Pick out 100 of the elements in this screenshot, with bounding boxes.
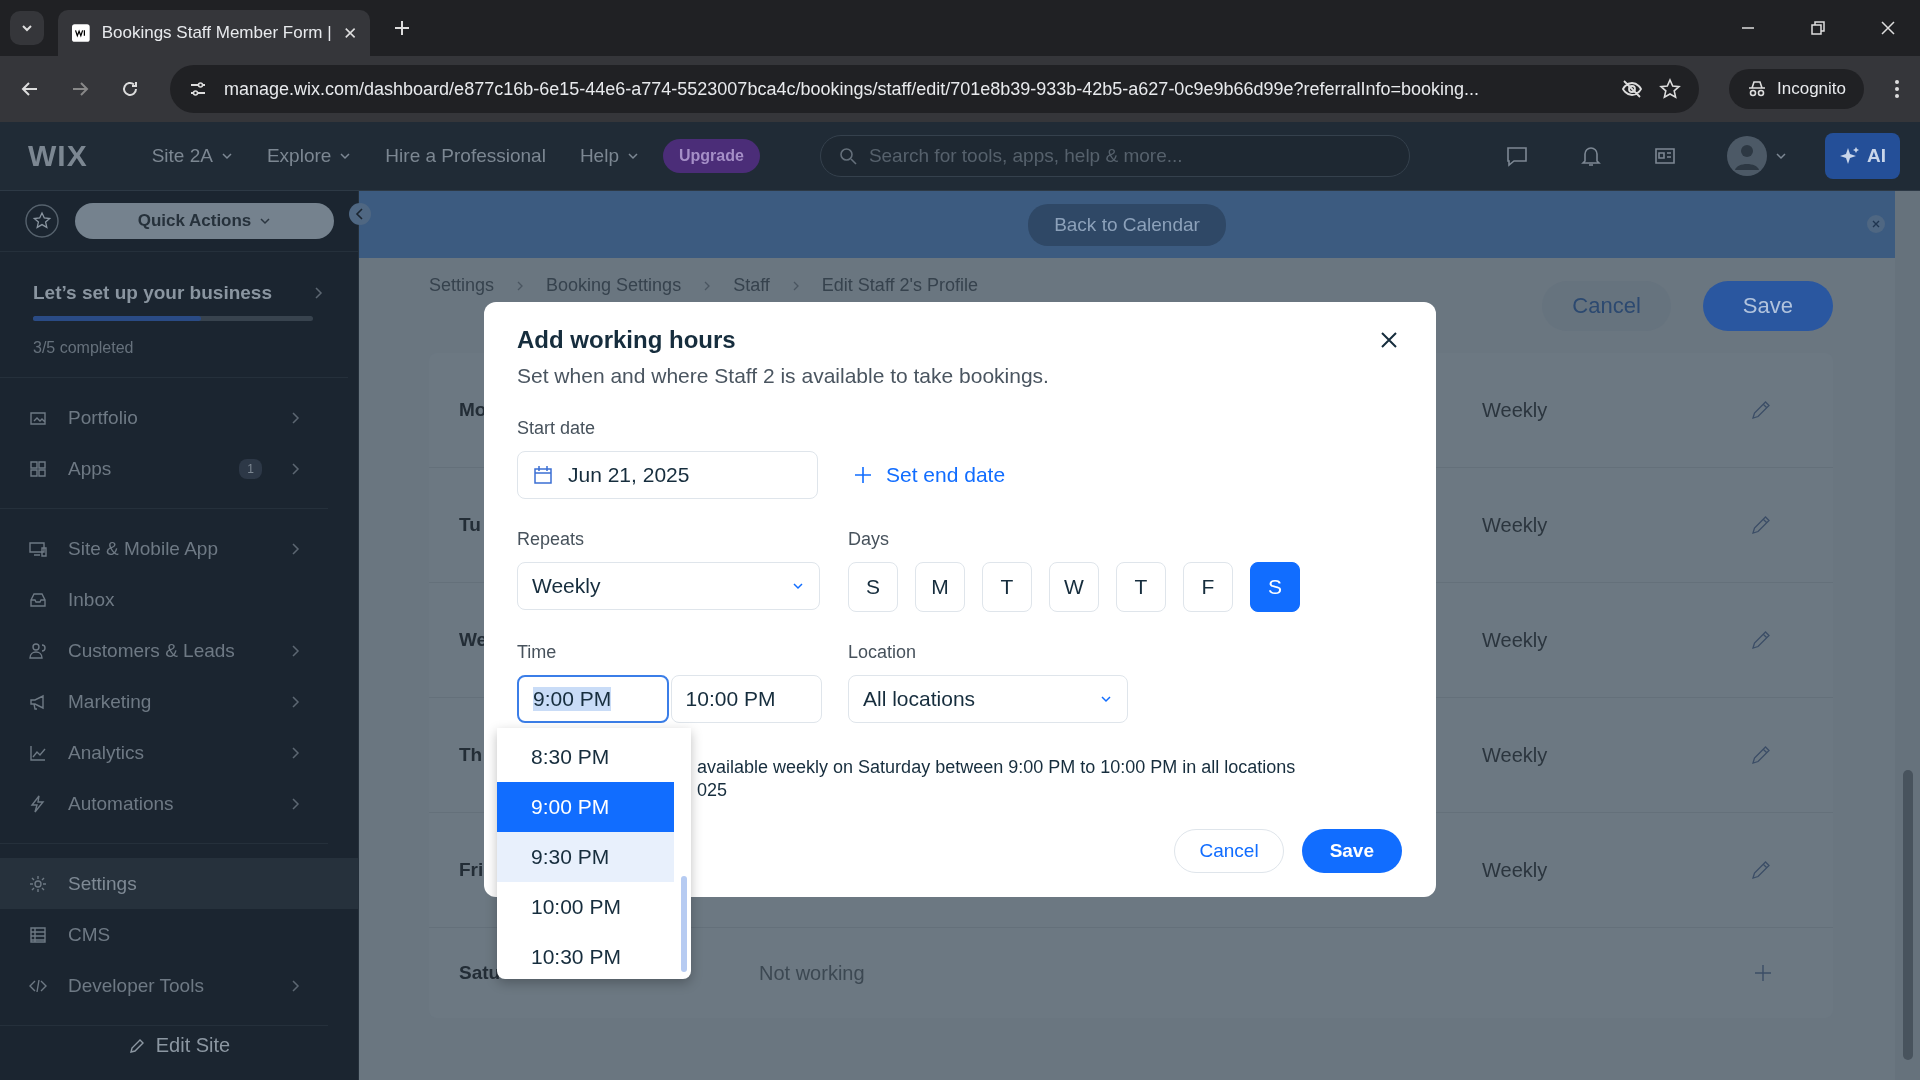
reload-icon[interactable] [120,79,140,99]
chevron-right-icon [516,279,525,292]
nav-menu[interactable]: Help [569,139,649,173]
count-badge: 1 [239,458,262,479]
close-tab-icon[interactable] [343,26,356,40]
chevron-right-icon [703,279,712,292]
repeats-dropdown[interactable]: Weekly [517,562,820,610]
field-label: Days [848,529,890,550]
sidebar-item[interactable]: Automations [0,778,358,829]
site-favicon-icon [72,23,90,43]
nav-menu[interactable]: Explore [256,139,362,173]
day-toggle[interactable]: W [1049,562,1099,612]
field-label: Start date [517,418,597,439]
progress-text: 3/5 completed [33,339,135,357]
time-option[interactable]: 10:00 PM [497,882,674,932]
location-dropdown[interactable]: All locations [848,675,1128,723]
start-time-field[interactable]: 9:00 PM [517,675,669,723]
sidebar-item[interactable]: Apps 1 [0,443,358,494]
sidebar-item[interactable]: Settings [0,858,358,909]
sidebar-item[interactable]: Customers & Leads [0,625,358,676]
wix-logo[interactable]: WIX [28,139,88,173]
tab-list-button[interactable] [10,11,44,45]
time-option[interactable]: 9:00 PM [497,782,674,832]
day-toggle[interactable]: S [1250,562,1300,612]
sidebar-item[interactable]: CMS [0,909,358,960]
chat-icon[interactable] [1505,144,1529,168]
eye-off-icon[interactable] [1621,78,1643,100]
day-toggle[interactable]: F [1183,562,1233,612]
day-label: Fri [459,859,484,880]
dialog-title: Add working hours [517,326,736,354]
table-icon [28,924,48,945]
search-field[interactable]: Search for tools, apps, help & more... [819,135,1410,177]
ai-button[interactable]: AI [1825,133,1900,179]
day-label: Mo [459,399,487,420]
dialog-subtitle: Set when and where Staff 2 is available to take bookings. [517,364,1050,388]
tab-title: Bookings Staff Member Form | [101,23,332,43]
scrollbar-thumb[interactable] [1902,770,1913,1060]
restore-icon[interactable] [1810,20,1826,36]
set-end-date-link[interactable]: Set end date [848,457,1012,493]
search-icon [838,147,857,165]
sidebar-item[interactable]: Analytics [0,727,358,778]
day-toggle[interactable]: T [982,562,1032,612]
repeat-text: Weekly [1482,628,1549,652]
calendar-icon [532,464,554,486]
quick-actions-button[interactable]: Quick Actions [75,203,334,239]
chevron-right-icon [290,541,300,556]
avatar-icon [1727,136,1767,176]
day-toggle[interactable]: M [915,562,965,612]
more-icon[interactable] [1894,79,1900,99]
collapse-icon[interactable] [349,203,371,225]
back-to-calendar-button[interactable]: Back to Calendar [1028,203,1226,246]
site-menu[interactable]: Site 2A [141,139,243,173]
caret-icon [626,150,639,162]
repeat-text: Weekly [1482,513,1549,537]
sidebar-item[interactable]: Inbox [0,574,358,625]
incognito-badge[interactable]: Incognito [1729,69,1864,109]
sidebar-item[interactable]: Portfolio [0,392,358,443]
time-option[interactable]: 8:30 PM [497,732,674,782]
chevron-right-icon [290,461,300,476]
bell-icon[interactable] [1579,144,1603,168]
sidebar-item[interactable]: Developer Tools [0,960,358,1011]
day-toggle[interactable]: S [848,562,898,612]
save-button[interactable]: Save [1702,280,1833,331]
caret-icon [220,150,233,162]
field-label: Repeats [517,529,586,550]
people-icon [28,640,48,661]
browser-tab[interactable]: Bookings Staff Member Form | [58,10,370,56]
nav-menu[interactable]: Hire a Professional [375,139,556,173]
scrollbar-thumb[interactable] [681,876,687,972]
setup-title[interactable]: Let’s set up your business [33,282,272,304]
date-field[interactable]: Jun 21, 2025 [517,451,818,499]
chevron-right-icon [290,643,300,658]
sidebar-item[interactable]: Site & Mobile App [0,523,358,574]
chevron-right-icon[interactable] [313,286,323,300]
new-tab-icon[interactable] [394,20,410,36]
close-icon[interactable] [1380,331,1398,349]
caret-icon [1775,150,1787,162]
day-toggle[interactable]: T [1116,562,1166,612]
close-window-icon[interactable] [1880,20,1896,36]
url-text: manage.wix.com/dashboard/e877c16b-6e15-44e6-a774-5523007bca4c/bookings/staff/edit/701e8b39-933b-42b5-a627-0c9e9b66d99e?referralInfo=booking... [224,78,1480,100]
chevron-right-icon [290,410,300,425]
chevron-right-icon [290,978,300,993]
field-label: Location [848,642,918,663]
time-option[interactable]: 9:30 PM [497,832,674,882]
upgrade-button[interactable]: Upgrade [662,139,760,173]
save-button[interactable]: Save [1301,829,1402,873]
day-label: Satu [459,962,501,983]
chevron-right-icon [791,279,800,292]
repeat-text: Weekly [1482,858,1549,882]
caret-icon [339,150,352,162]
site-info-icon[interactable] [188,79,208,99]
edit-site-button[interactable]: Edit Site [115,1026,243,1065]
repeat-text: Weekly [1482,398,1549,422]
end-time-field[interactable]: 10:00 PM [670,675,822,723]
address-field[interactable]: manage.wix.com/dashboard/e877c16b-6e15-44e6-a774-5523007bca4c/bookings/staff/edit/701e8b39-933b-42b5-a627-0c9e9b66d99e?referralInfo=booking... [170,65,1699,113]
incognito-icon [1747,79,1767,99]
cancel-button[interactable]: Cancel [1174,829,1284,873]
sidebar-item[interactable]: Marketing [0,676,358,727]
caret-icon [259,215,272,227]
day-label: Th [459,744,483,765]
